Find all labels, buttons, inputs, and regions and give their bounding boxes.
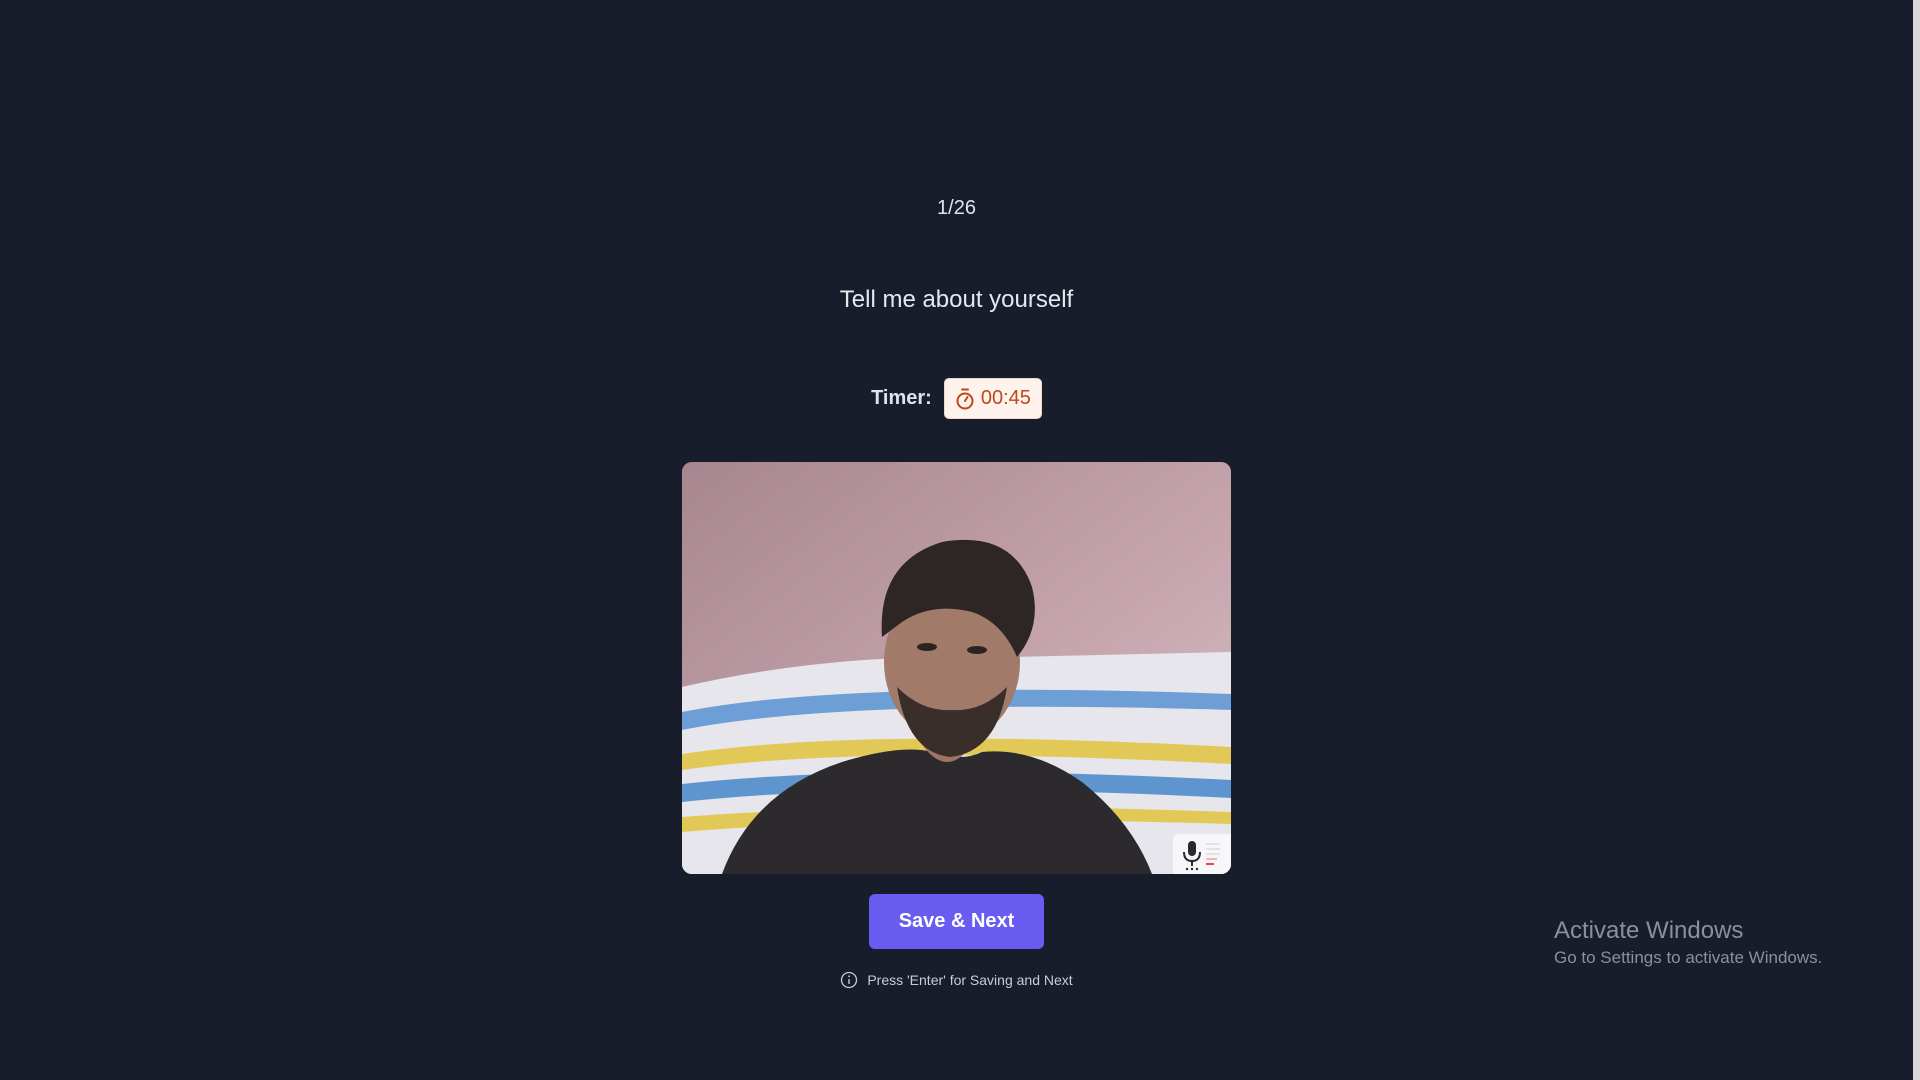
keyboard-hint: Press 'Enter' for Saving and Next (0, 971, 1913, 989)
vertical-scrollbar[interactable] (1913, 0, 1920, 1080)
question-text: Tell me about yourself (839, 286, 1074, 313)
timer-value: 00:45 (980, 387, 1031, 409)
save-next-button[interactable]: Save & Next (869, 894, 1044, 949)
info-icon (840, 971, 858, 989)
mic-level-indicator (1173, 834, 1231, 874)
timer-label: Timer: (871, 387, 932, 409)
timer-row: Timer: 00:45 (0, 378, 1913, 419)
stopwatch-icon (955, 388, 975, 410)
microphone-icon (1179, 836, 1225, 872)
webcam-preview (682, 462, 1231, 874)
hint-text: Press 'Enter' for Saving and Next (867, 972, 1073, 988)
webcam-feed (682, 462, 1231, 874)
timer-badge: 00:45 (943, 378, 1042, 419)
activate-windows-watermark: Activate Windows Go to Settings to activ… (1554, 916, 1822, 970)
watermark-subtitle: Go to Settings to activate Windows. (1554, 948, 1823, 967)
interview-page: 1/26 Tell me about yourself Timer: 00:45 (0, 0, 1920, 1080)
question-progress: 1/26 (937, 197, 976, 219)
watermark-title: Activate Windows (1554, 917, 1744, 944)
